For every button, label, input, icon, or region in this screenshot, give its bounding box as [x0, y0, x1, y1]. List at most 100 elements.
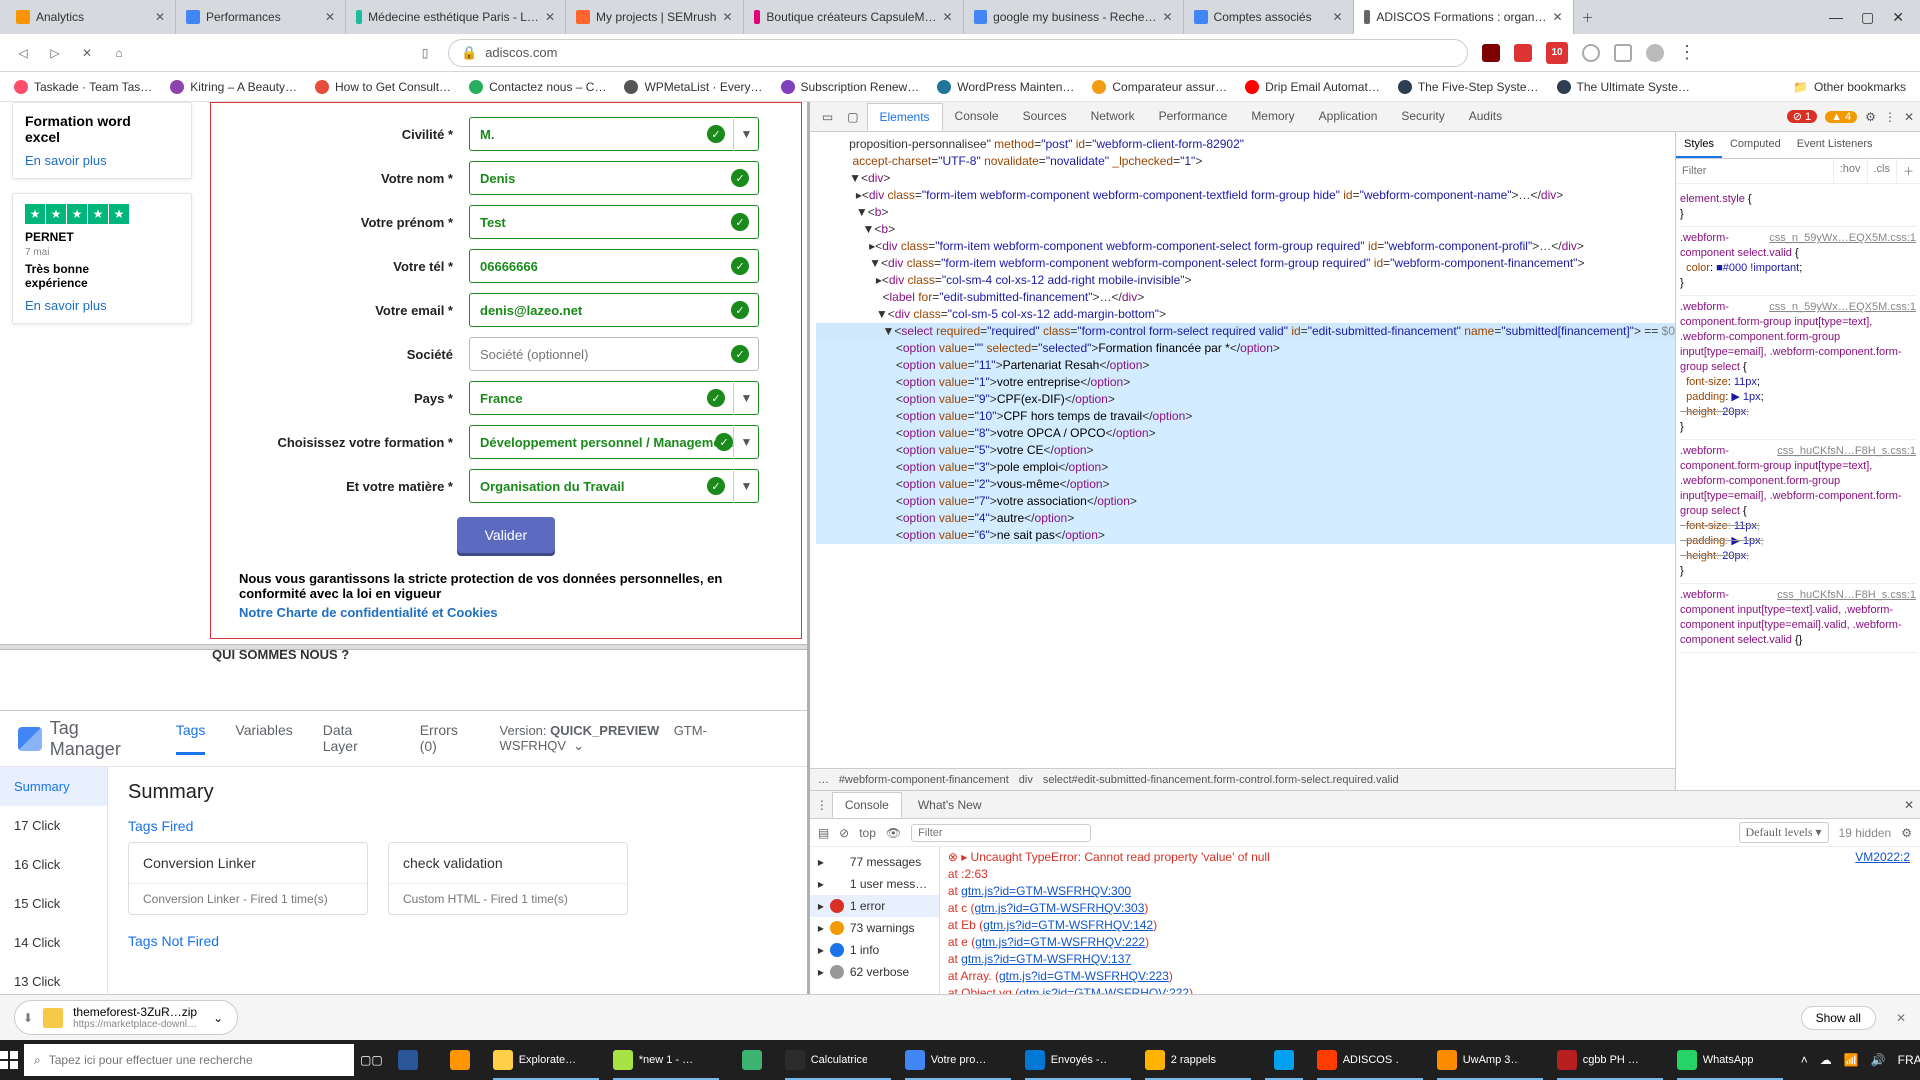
privacy-charter-link[interactable]: Notre Charte de confidentialité et Cooki… — [239, 605, 498, 620]
breadcrumb-segment[interactable]: div — [1019, 774, 1033, 786]
profile-icon[interactable] — [1646, 44, 1664, 62]
gtm-event-item[interactable]: 16 Click — [0, 845, 107, 884]
taskbar-item[interactable]: ADISCOS … — [1311, 1040, 1429, 1080]
bookmark-item[interactable]: The Five-Step Syste… — [1398, 80, 1539, 94]
bookmark-item[interactable]: Kitring – A Beauty… — [170, 80, 297, 94]
close-icon[interactable]: ✕ — [1904, 110, 1914, 124]
close-icon[interactable]: ✕ — [1552, 10, 1562, 24]
menu-icon[interactable]: ⋮ — [1678, 42, 1696, 63]
styles-subtab[interactable]: Event Listeners — [1789, 132, 1881, 158]
devtools-tab[interactable]: Elements — [867, 103, 943, 131]
start-button[interactable] — [0, 1040, 18, 1080]
console-filter-item[interactable]: ▸62 verbose — [810, 961, 939, 983]
bookmark-icon[interactable]: ▯ — [416, 44, 434, 62]
browser-tab[interactable]: Comptes associés✕ — [1184, 0, 1354, 34]
bookmark-item[interactable]: Subscription Renew… — [781, 80, 920, 94]
console-filter-item[interactable]: ▸1 error — [810, 895, 939, 917]
bookmark-item[interactable]: Taskade · Team Tas… — [14, 80, 152, 94]
chevron-down-icon[interactable]: ⌄ — [573, 738, 584, 753]
taskbar-item[interactable]: Explorate… — [487, 1040, 605, 1080]
taskbar-item[interactable] — [1259, 1040, 1309, 1080]
browser-tab[interactable]: My projects | SEMrush✕ — [566, 0, 744, 34]
add-rule-icon[interactable]: ＋ — [1896, 159, 1920, 183]
taskbar-item[interactable]: Calculatrice — [779, 1040, 897, 1080]
devtools-tab[interactable]: Sources — [1011, 103, 1079, 131]
show-all-downloads-button[interactable]: Show all — [1801, 1006, 1876, 1030]
devtools-resize-handle[interactable] — [990, 102, 994, 980]
taskbar-search[interactable]: ⌕Tapez ici pour effectuer une recherche — [24, 1044, 354, 1076]
settings-icon[interactable]: ⚙ — [1901, 826, 1912, 840]
tray-volume-icon[interactable]: 🔊 — [1871, 1053, 1886, 1067]
reload-icon[interactable]: ✕ — [78, 44, 96, 62]
devtools-tab[interactable]: Console — [943, 103, 1011, 131]
browser-tab[interactable]: Analytics✕ — [6, 0, 176, 34]
address-bar[interactable]: 🔒 adiscos.com — [448, 39, 1468, 67]
taskbar-item[interactable]: Votre pro… — [899, 1040, 1017, 1080]
tag-card[interactable]: Conversion LinkerConversion Linker - Fir… — [128, 842, 368, 915]
inspect-icon[interactable]: ▭ — [816, 110, 839, 124]
breadcrumb-segment[interactable]: … — [818, 774, 829, 786]
devtools-tab[interactable]: Audits — [1457, 103, 1514, 131]
device-icon[interactable]: ▢ — [841, 110, 864, 124]
new-tab-button[interactable]: ＋ — [1574, 9, 1602, 26]
settings-icon[interactable]: ⚙ — [1865, 110, 1876, 124]
download-item[interactable]: ⬇ themeforest-3ZuR…zip https://marketpla… — [14, 1000, 238, 1035]
taskbar-item[interactable]: 2 rappels — [1139, 1040, 1257, 1080]
tab-whatsnew[interactable]: What's New — [906, 793, 994, 817]
taskbar-item[interactable]: UwAmp 3… — [1431, 1040, 1549, 1080]
clear-console-icon[interactable]: ⊘ — [839, 826, 849, 840]
review-link[interactable]: En savoir plus — [25, 298, 179, 313]
eye-icon[interactable]: 👁 — [886, 826, 901, 840]
input-tel[interactable] — [469, 249, 759, 283]
styles-subtab[interactable]: Styles — [1676, 132, 1722, 158]
styles-subtab[interactable]: Computed — [1722, 132, 1789, 158]
devtools-tab[interactable]: Application — [1307, 103, 1390, 131]
taskbar-item[interactable] — [727, 1040, 777, 1080]
taskbar-item[interactable]: cgbb PH … — [1551, 1040, 1669, 1080]
input-prenom[interactable] — [469, 205, 759, 239]
breadcrumb-segment[interactable]: #webform-component-financement — [839, 774, 1009, 786]
task-view-icon[interactable]: ▢▢ — [360, 1040, 383, 1080]
tab-console[interactable]: Console — [832, 792, 902, 818]
devtools-tab[interactable]: Network — [1079, 103, 1147, 131]
maximize-icon[interactable]: ▢ — [1861, 9, 1874, 26]
browser-tab[interactable]: ADISCOS Formations : organ…✕ — [1354, 0, 1574, 34]
browser-tab[interactable]: Médecine esthétique Paris - L…✕ — [346, 0, 566, 34]
gtm-tab[interactable]: Errors (0) — [420, 722, 478, 755]
console-filter-item[interactable]: ▸73 warnings — [810, 917, 939, 939]
bookmark-item[interactable]: Contactez nous – C… — [469, 80, 606, 94]
browser-tab[interactable]: Performances✕ — [176, 0, 346, 34]
bookmark-item[interactable]: How to Get Consult… — [315, 80, 451, 94]
chevron-down-icon[interactable]: ▼ — [733, 117, 759, 151]
chevron-down-icon[interactable]: ▼ — [733, 425, 759, 459]
sidebar-toggle-icon[interactable]: ▤ — [818, 826, 829, 840]
breadcrumb-segment[interactable]: select#edit-submitted-financement.form-c… — [1043, 774, 1399, 786]
taskbar-item[interactable]: Envoyés -… — [1019, 1040, 1137, 1080]
bookmark-item[interactable]: WordPress Mainten… — [937, 80, 1074, 94]
gtm-event-item[interactable]: 17 Click — [0, 806, 107, 845]
gtm-event-item[interactable]: 14 Click — [0, 923, 107, 962]
drawer-menu-icon[interactable]: ⋮ — [816, 798, 828, 812]
back-icon[interactable]: ◁ — [14, 44, 32, 62]
input-societe[interactable] — [469, 337, 759, 371]
cls-toggle[interactable]: .cls — [1867, 159, 1897, 183]
close-icon[interactable]: ✕ — [1904, 798, 1914, 812]
tag-card[interactable]: check validationCustom HTML - Fired 1 ti… — [388, 842, 628, 915]
source-link[interactable]: VM2022:2 — [1855, 849, 1910, 866]
ext-badge[interactable]: 10 — [1546, 42, 1568, 64]
css-rule[interactable]: css_huCKfsN…F8H_s.css:1.webform-componen… — [1680, 440, 1916, 584]
gtm-event-item[interactable]: 15 Click — [0, 884, 107, 923]
chevron-down-icon[interactable]: ▼ — [733, 381, 759, 415]
close-icon[interactable]: ✕ — [545, 10, 555, 24]
breadcrumb[interactable]: … #webform-component-financement div select… — [810, 768, 1675, 790]
close-icon[interactable]: ✕ — [722, 10, 732, 24]
ublock-icon[interactable] — [1482, 44, 1500, 62]
more-icon[interactable]: ⋮ — [1884, 110, 1896, 124]
close-icon[interactable]: ✕ — [155, 10, 165, 24]
close-icon[interactable]: ✕ — [1332, 10, 1342, 24]
close-icon[interactable]: ✕ — [325, 10, 335, 24]
bookmark-item[interactable]: The Ultimate Syste… — [1557, 80, 1690, 94]
css-rule[interactable]: css_n_59yWx…EQX5M.css:1.webform-componen… — [1680, 227, 1916, 296]
taskbar-item[interactable]: *new 1 - … — [607, 1040, 725, 1080]
other-bookmarks[interactable]: 📁Other bookmarks — [1793, 80, 1906, 94]
